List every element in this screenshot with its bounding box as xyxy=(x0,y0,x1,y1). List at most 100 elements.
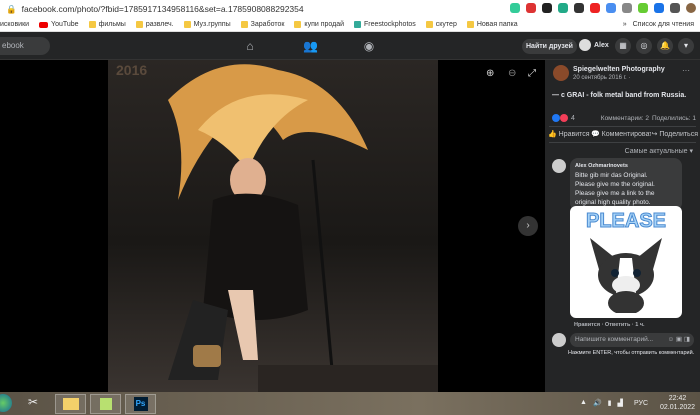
extension-icon[interactable] xyxy=(638,3,648,13)
like-button[interactable]: 👍 Нравится xyxy=(548,130,590,138)
language-indicator[interactable]: РУС xyxy=(634,400,648,407)
bookmark-folder[interactable]: развлеч. xyxy=(135,21,174,28)
love-reaction-icon xyxy=(560,114,568,122)
comments-count[interactable]: Комментарии: 2 xyxy=(601,115,649,122)
post-sidebar: Spiegelwelten Photography 20 сентябрь 20… xyxy=(545,60,700,392)
clock[interactable]: 22:42 02.01.2022 xyxy=(660,394,695,412)
avatar xyxy=(579,39,591,51)
like-label: Нравится xyxy=(558,131,590,138)
search-input[interactable]: ebook xyxy=(0,37,50,55)
extension-icon[interactable] xyxy=(574,3,584,13)
folder-icon xyxy=(183,21,191,28)
bookmark-folder[interactable]: купи продай xyxy=(294,21,344,28)
post-date[interactable]: 20 сентябрь 2016 г. · xyxy=(573,75,630,81)
emoji-sticker-icons[interactable]: ☺ ▣ ◨ xyxy=(667,333,690,347)
opera-icon[interactable] xyxy=(590,3,600,13)
extension-icon[interactable] xyxy=(542,3,552,13)
author-avatar[interactable] xyxy=(553,65,569,81)
snipping-tool-icon[interactable]: ✂ xyxy=(28,395,38,409)
extension-icon[interactable] xyxy=(510,3,520,13)
clock-time: 22:42 xyxy=(668,395,687,402)
notifications-icon[interactable]: 🔔 xyxy=(657,38,673,54)
bookmark-label: купи продай xyxy=(304,21,345,28)
home-icon[interactable]: ⌂ xyxy=(243,39,257,53)
bookmark-freestockphotos[interactable]: Freestockphotos xyxy=(354,21,416,28)
reactions[interactable]: 4 xyxy=(552,114,575,122)
network-icon: ▮ xyxy=(607,400,612,407)
folder-icon xyxy=(88,21,96,28)
fullscreen-icon[interactable]: ⤢ xyxy=(528,68,536,79)
profile-button[interactable]: Alex xyxy=(579,39,609,51)
adblock-icon[interactable] xyxy=(526,3,536,13)
bookmark-youtube[interactable]: YouTube xyxy=(39,21,79,28)
bookmark-folder[interactable]: Муз.группы xyxy=(183,21,231,28)
comment-author[interactable]: Alex Ozhmarinovets xyxy=(575,162,677,171)
photo: 2016 xyxy=(108,60,438,392)
shares-count[interactable]: Поделились: 1 xyxy=(652,115,696,122)
bookmark-label: развлеч. xyxy=(145,21,174,28)
friends-icon[interactable]: 👥 xyxy=(303,39,318,53)
my-avatar xyxy=(552,333,566,347)
folder-icon xyxy=(466,21,474,28)
bookmarks-bar: исковики YouTube фильмы развлеч. Муз.гру… xyxy=(0,18,700,32)
taskbar-explorer[interactable] xyxy=(55,394,86,414)
taskbar-photoshop[interactable]: Ps xyxy=(125,394,156,414)
comment-sort-dropdown[interactable]: Самые актуальные ▾ xyxy=(625,147,693,155)
bookmark[interactable]: исковики xyxy=(0,21,29,28)
bookmark-folder[interactable]: Новая папка xyxy=(466,21,518,28)
sticker-text: PLEASE xyxy=(585,210,667,233)
commenter-avatar[interactable] xyxy=(552,159,566,173)
zoom-in-icon[interactable]: ⊕ xyxy=(486,68,494,79)
find-friends-button[interactable]: Найти друзей xyxy=(522,39,577,54)
tray-arrow-icon: ▲ xyxy=(580,399,587,406)
account-menu-icon[interactable]: ▾ xyxy=(678,38,694,54)
profile-avatar[interactable] xyxy=(686,3,696,13)
composer-hint: Нажмите ENTER, чтобы отправить комментар… xyxy=(568,350,695,356)
address-bar[interactable]: 🔒 facebook.com/photo/?fbid=1785917134958… xyxy=(0,0,700,18)
bookmark-label: Муз.группы xyxy=(193,21,231,28)
comment-button[interactable]: 💬 Комментировать xyxy=(591,130,656,138)
more-options-icon[interactable]: ··· xyxy=(682,66,690,75)
bookmark-folder[interactable]: Заработок xyxy=(240,21,284,28)
author-name[interactable]: Spiegelwelten Photography xyxy=(573,66,665,73)
bookmark-label: скутер xyxy=(435,21,457,28)
comment-bubble: Alex Ozhmarinovets Bitte gib mir das Ori… xyxy=(570,158,682,211)
reading-list-button[interactable]: Список для чтения xyxy=(633,21,694,28)
puzzle-icon[interactable] xyxy=(670,3,680,13)
extension-icon[interactable] xyxy=(654,3,664,13)
comment-meta[interactable]: Нравится · Ответить · 1 ч. xyxy=(574,322,645,328)
next-photo-button[interactable]: › xyxy=(518,216,538,236)
notes-icon xyxy=(99,398,112,410)
url[interactable]: facebook.com/photo/?fbid=178591713495811… xyxy=(22,4,304,14)
reaction-count: 4 xyxy=(571,114,575,122)
comment-icon: 💬 xyxy=(591,131,600,138)
comment-line: Please give me a link to the original hi… xyxy=(575,190,655,206)
clock-date: 02.01.2022 xyxy=(660,404,696,411)
share-button[interactable]: ↪ Поделиться xyxy=(650,130,698,138)
explorer-icon xyxy=(62,398,79,410)
comment-input[interactable]: Напишите комментарий... ☺ ▣ ◨ xyxy=(570,333,694,347)
divider xyxy=(549,142,696,143)
start-button[interactable] xyxy=(0,394,12,412)
folder-icon xyxy=(294,21,302,28)
bookmark-folder[interactable]: фильмы xyxy=(88,21,126,28)
extension-icon[interactable] xyxy=(558,3,568,13)
share-icon: ↪ xyxy=(651,131,658,138)
messenger-icon[interactable]: ◎ xyxy=(636,38,652,54)
bookmark-label: YouTube xyxy=(51,21,79,28)
sticker: PLEASE xyxy=(570,206,682,318)
bookmark-folder[interactable]: скутер xyxy=(425,21,457,28)
user-name: Alex xyxy=(594,41,609,49)
folder-icon xyxy=(240,21,248,28)
photo-banner-text: 2016 xyxy=(116,62,148,78)
zoom-out-icon[interactable]: ⊖ xyxy=(508,68,516,79)
groups-icon[interactable]: ◉ xyxy=(362,39,376,53)
share-label: Поделиться xyxy=(659,131,698,138)
dog-illustration xyxy=(590,238,662,315)
taskbar-sticky-notes[interactable] xyxy=(90,394,121,414)
system-tray[interactable]: ▲ 🔊 ▮ ▟ xyxy=(580,399,623,407)
more-bookmarks-button[interactable]: » xyxy=(623,21,627,28)
extension-icon[interactable] xyxy=(622,3,632,13)
drive-icon[interactable] xyxy=(606,3,616,13)
menu-grid-icon[interactable]: ▦ xyxy=(615,38,631,54)
